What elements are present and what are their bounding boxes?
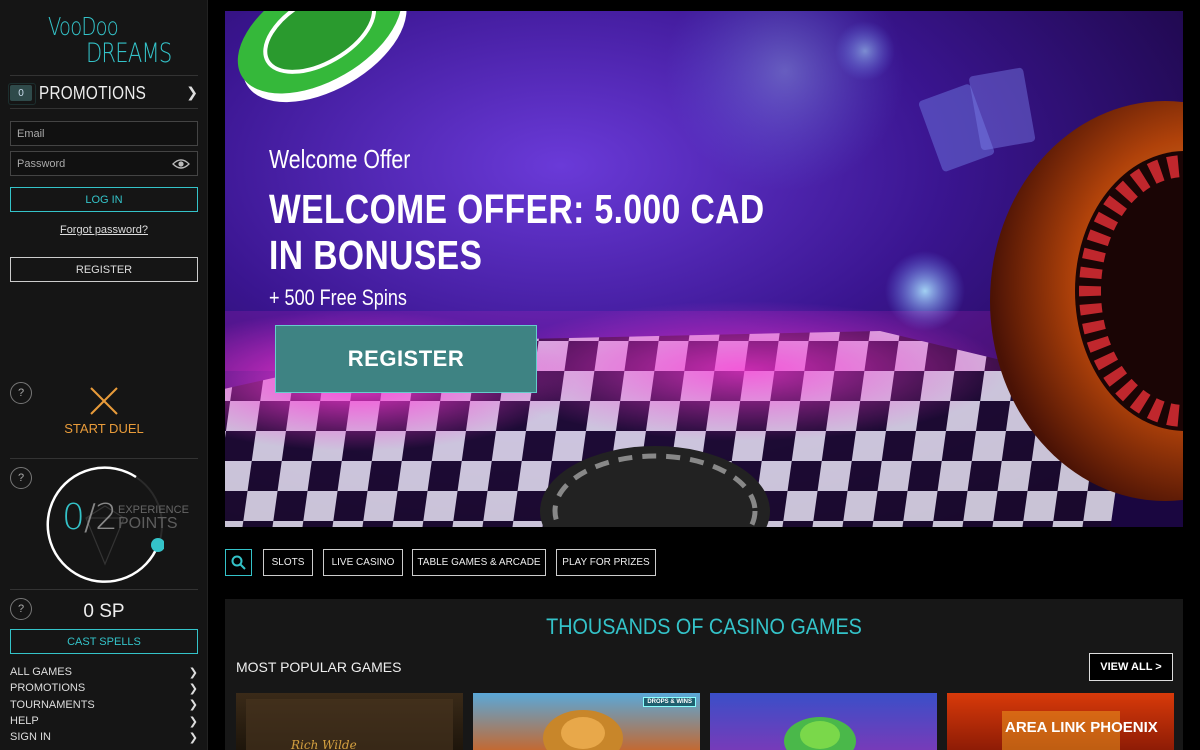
most-popular-heading: MOST POPULAR GAMES <box>236 659 402 675</box>
nav-label: ALL GAMES <box>10 666 72 679</box>
chevron-right-icon: ❯ <box>188 682 198 695</box>
chevron-right-icon: ❯ <box>188 666 198 679</box>
chevron-right-icon: ❯ <box>186 84 198 100</box>
sidebar-item-help[interactable]: HELP ❯ <box>10 713 200 729</box>
password-input[interactable] <box>11 152 197 175</box>
hero-title-line2: IN BONUSES <box>269 232 483 278</box>
experience-caption: EXPERIENCE POINTS <box>118 503 189 532</box>
promotions-label: PROMOTIONS <box>39 82 147 103</box>
hero-free-spins: + 500 Free Spins <box>269 285 407 310</box>
sidebar-item-all-games[interactable]: ALL GAMES ❯ <box>10 664 200 680</box>
sidebar-item-promotions[interactable]: PROMOTIONS ❯ <box>10 680 200 696</box>
sidebar-nav: ALL GAMES ❯ PROMOTIONS ❯ TOURNAMENTS ❯ HELP… <box>10 664 200 745</box>
spell-points-value: 0 SP <box>83 601 125 622</box>
email-field[interactable] <box>10 121 198 146</box>
search-icon <box>231 555 246 570</box>
games-section: THOUSANDS OF CASINO GAMES MOST POPULAR G… <box>225 599 1183 750</box>
divider <box>10 108 198 109</box>
forgot-password-link[interactable]: Forgot password? <box>0 224 208 236</box>
game-thumbnail[interactable]: DROPS & WINS <box>473 693 700 750</box>
promotions-row[interactable]: 0 PROMOTIONS ❯ <box>8 78 200 108</box>
game-search-button[interactable] <box>225 549 252 576</box>
experience-slash: / <box>83 497 96 538</box>
sidebar-item-tournaments[interactable]: TOURNAMENTS ❯ <box>10 697 200 713</box>
cast-spells-button[interactable]: CAST SPELLS <box>10 629 198 654</box>
duel-help-icon[interactable]: ? <box>10 382 32 404</box>
experience-help-icon[interactable]: ? <box>10 467 32 489</box>
game-thumbnail[interactable]: AREA LINK PHOENIX <box>947 693 1174 750</box>
divider <box>10 458 198 459</box>
hero-subtitle: Welcome Offer <box>269 144 411 174</box>
start-duel-label[interactable]: START DUEL <box>0 421 208 436</box>
tab-table-games-arcade[interactable]: TABLE GAMES & ARCADE <box>412 549 546 576</box>
login-button[interactable]: LOG IN <box>10 187 198 212</box>
hero-banner[interactable]: Welcome Offer WELCOME OFFER: 5.000 CAD I… <box>225 11 1183 527</box>
eye-icon[interactable] <box>172 158 190 170</box>
chevron-right-icon: ❯ <box>188 715 198 728</box>
experience-label-line2: POINTS <box>118 515 178 532</box>
password-field[interactable] <box>10 151 198 176</box>
divider <box>10 75 198 76</box>
tab-slots[interactable]: SLOTS <box>263 549 313 576</box>
hero-title: WELCOME OFFER: 5.000 CAD IN BONUSES <box>269 186 777 278</box>
email-input[interactable] <box>11 122 197 145</box>
crossed-swords-icon[interactable] <box>89 386 119 416</box>
drops-wins-badge: DROPS & WINS <box>643 697 696 707</box>
game-thumbnail[interactable]: Rich Wilde <box>236 693 463 750</box>
sidebar: VooDoo DREAMS 0 PROMOTIONS ❯ LOG IN Forg… <box>0 0 208 750</box>
tab-play-for-prizes[interactable]: PLAY FOR PRIZES <box>556 549 656 576</box>
game-art <box>784 717 856 750</box>
nav-label: SIGN IN <box>10 731 51 744</box>
nav-label: PROMOTIONS <box>10 682 86 695</box>
brand-logo[interactable]: VooDoo DREAMS <box>46 8 172 70</box>
sidebar-item-sign-in[interactable]: SIGN IN ❯ <box>10 729 200 745</box>
nav-label: TOURNAMENTS <box>10 698 95 711</box>
chevron-right-icon: ❯ <box>188 731 198 744</box>
experience-target: 2 <box>95 497 118 538</box>
register-button[interactable]: REGISTER <box>10 257 198 282</box>
logo-line1: VooDoo <box>48 12 119 41</box>
game-thumbnail[interactable] <box>710 693 937 750</box>
hero-register-button[interactable]: REGISTER <box>275 325 537 393</box>
hero-title-line1: WELCOME OFFER: 5.000 CAD <box>269 186 765 232</box>
view-all-button[interactable]: VIEW ALL > <box>1089 653 1173 681</box>
game-art: Rich Wilde <box>246 699 453 750</box>
svg-text:Rich Wilde: Rich Wilde <box>290 738 357 750</box>
divider <box>10 589 198 590</box>
nav-label: HELP <box>10 715 39 728</box>
logo-line2: DREAMS <box>86 38 172 69</box>
experience-progress-dot <box>151 538 164 552</box>
experience-current: 0 <box>62 497 85 538</box>
experience-value: 0/2 <box>62 497 118 538</box>
chevron-right-icon: ❯ <box>188 699 198 712</box>
game-title: AREA LINK PHOENIX <box>1005 719 1158 736</box>
tab-live-casino[interactable]: LIVE CASINO <box>323 549 403 576</box>
games-heading: THOUSANDS OF CASINO GAMES <box>546 614 862 639</box>
promotions-count-badge: 0 <box>8 83 36 105</box>
